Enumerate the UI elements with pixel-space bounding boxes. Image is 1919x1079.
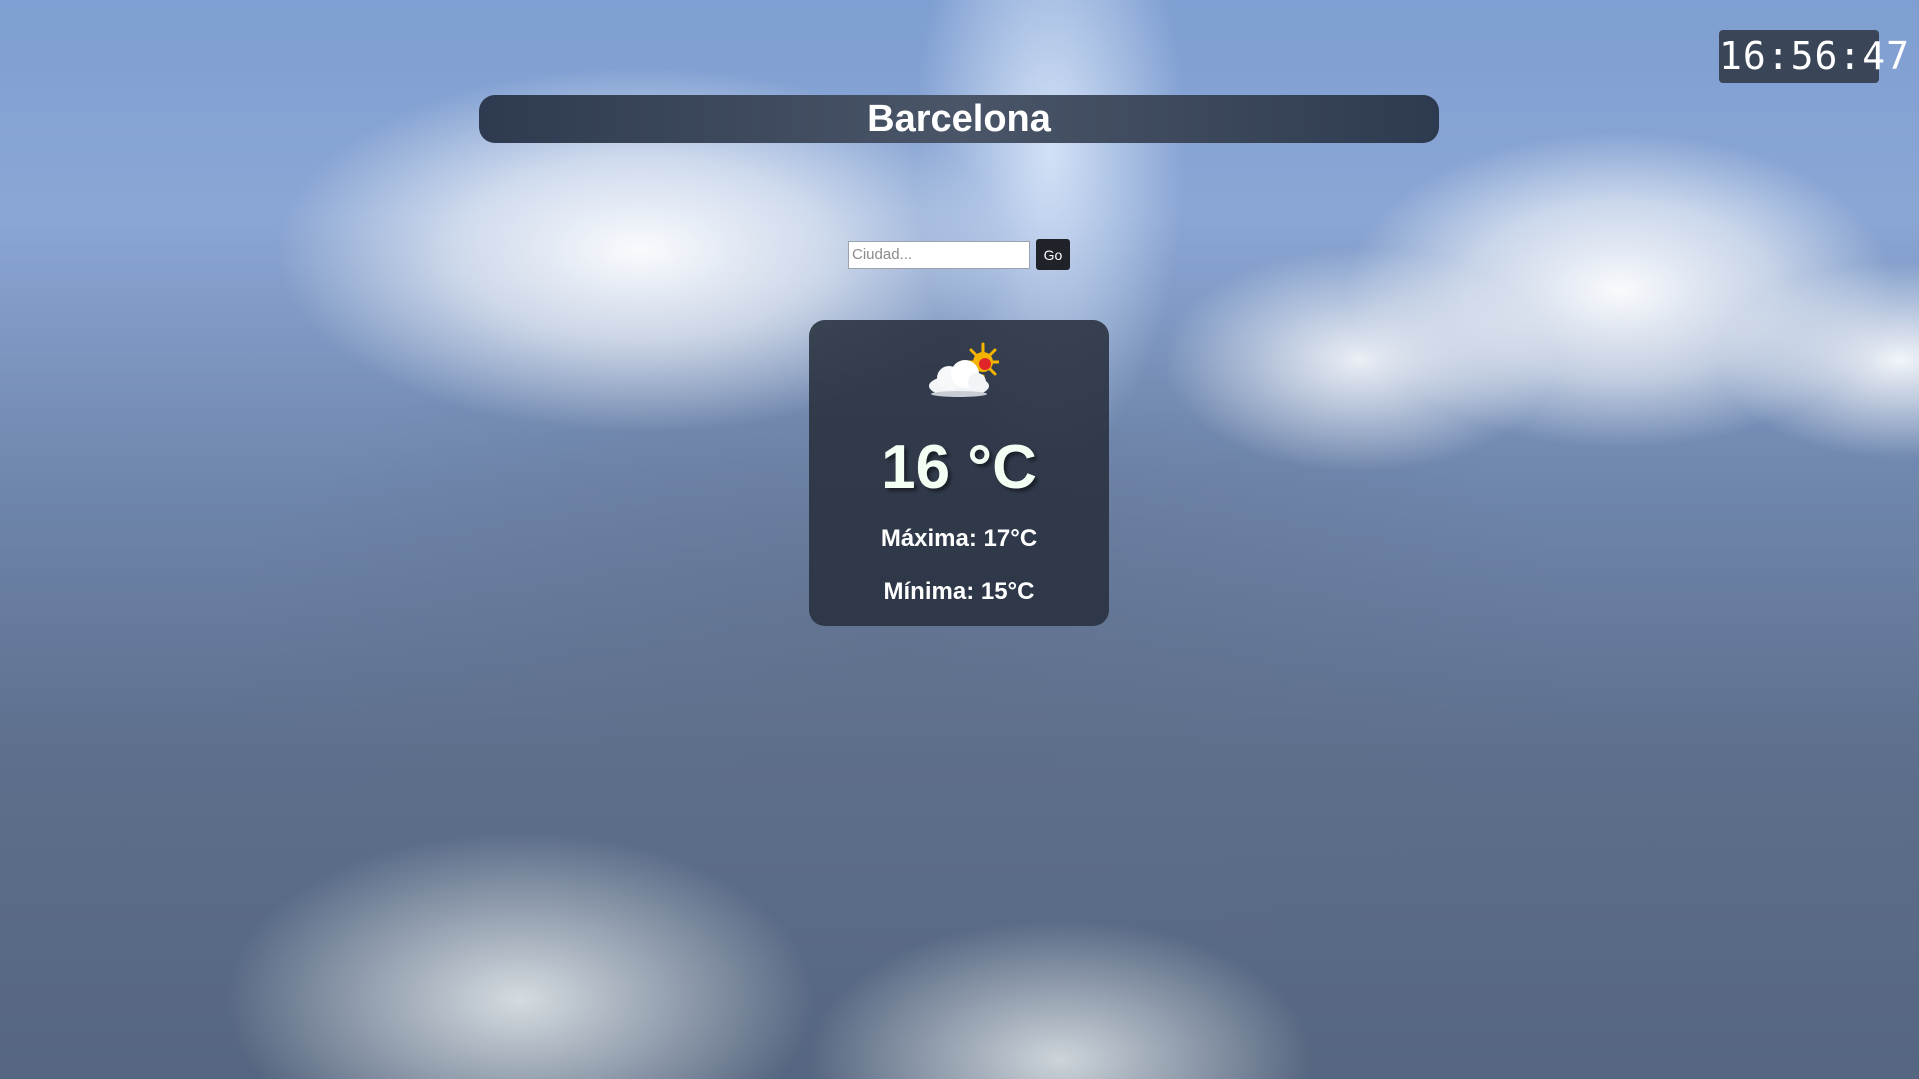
partly-cloudy-sun-icon: [923, 340, 1001, 400]
current-temperature: 16 °C: [881, 433, 1037, 502]
digital-clock: 16:56:47: [1719, 30, 1909, 83]
city-title: Barcelona: [479, 95, 1439, 143]
min-temperature: Mínima: 15°C: [883, 578, 1035, 605]
city-search-form: Go: [848, 239, 1070, 270]
city-search-input[interactable]: [848, 240, 1030, 269]
go-button[interactable]: Go: [1036, 239, 1070, 270]
max-temperature: Máxima: 17°C: [880, 525, 1038, 552]
weather-card: 16 °C Máxima: 17°C Mínima: 15°C: [809, 320, 1109, 626]
